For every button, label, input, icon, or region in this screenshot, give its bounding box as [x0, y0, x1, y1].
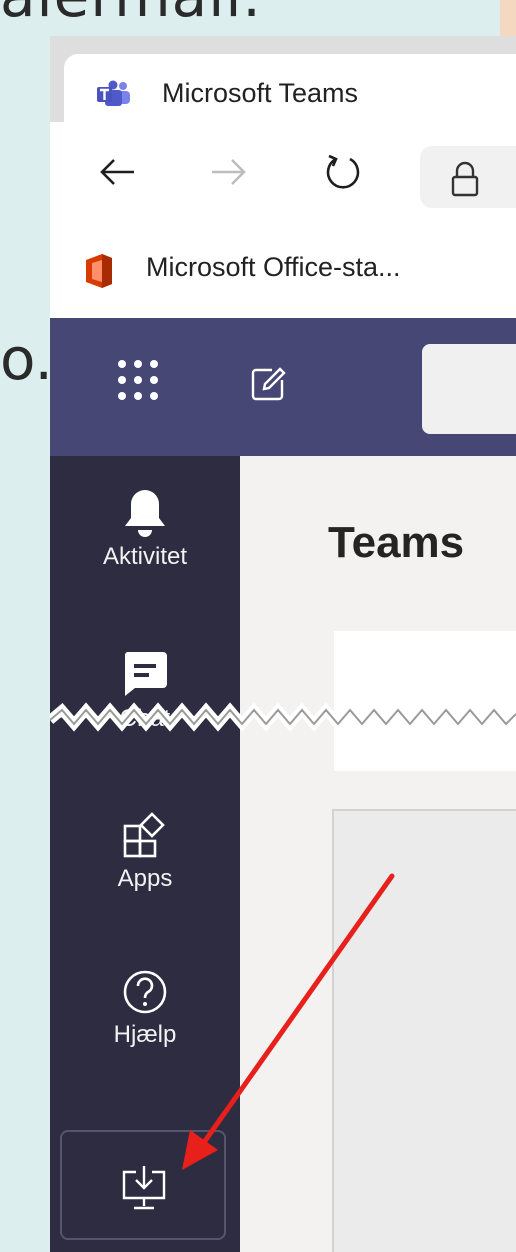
help-icon [123, 970, 167, 1014]
forward-arrow-icon[interactable] [204, 148, 252, 196]
background-heading-text: alermail. [0, 0, 262, 30]
tab-title: Microsoft Teams [162, 78, 359, 108]
browser-tab-teams[interactable]: Microsoft Teams [64, 54, 516, 122]
rail-item-apps[interactable]: Apps [50, 812, 240, 893]
browser-nav-bar [50, 122, 516, 226]
content-header: Teams [240, 456, 516, 631]
bookmark-office[interactable]: Microsoft Office-sta... [146, 252, 401, 283]
back-arrow-icon[interactable] [94, 148, 142, 196]
refresh-icon[interactable] [318, 148, 366, 196]
apps-icon [123, 812, 165, 858]
rail-label: Aktivitet [102, 543, 188, 570]
download-desktop-app-icon [122, 1166, 166, 1210]
team-card[interactable] [332, 809, 516, 1252]
app-launcher-icon[interactable] [116, 358, 160, 402]
teams-top-bar [50, 318, 516, 456]
compose-icon[interactable] [248, 364, 288, 404]
screenshot-break-zigzag [50, 702, 516, 732]
bell-icon [125, 490, 165, 537]
bookmarks-bar: Microsoft Office-sta... [50, 226, 516, 318]
download-desktop-app-button[interactable] [60, 1130, 226, 1240]
rail-item-help[interactable]: Hjælp [50, 968, 240, 1049]
search-input[interactable] [422, 344, 516, 434]
page-title: Teams [328, 518, 465, 567]
lock-icon [451, 161, 479, 197]
browser-window: Microsoft Teams Microsoft Office-sta... [50, 36, 516, 1252]
rail-label: Apps [117, 865, 173, 892]
teams-logo-icon [97, 80, 130, 106]
office-logo-icon [86, 254, 112, 288]
background-side-text: o. [0, 325, 53, 393]
tab-bar: Microsoft Teams [50, 36, 516, 122]
address-bar[interactable] [420, 146, 516, 208]
rail-item-activity[interactable]: Aktivitet [50, 486, 240, 571]
rail-label: Hjælp [113, 1021, 177, 1048]
